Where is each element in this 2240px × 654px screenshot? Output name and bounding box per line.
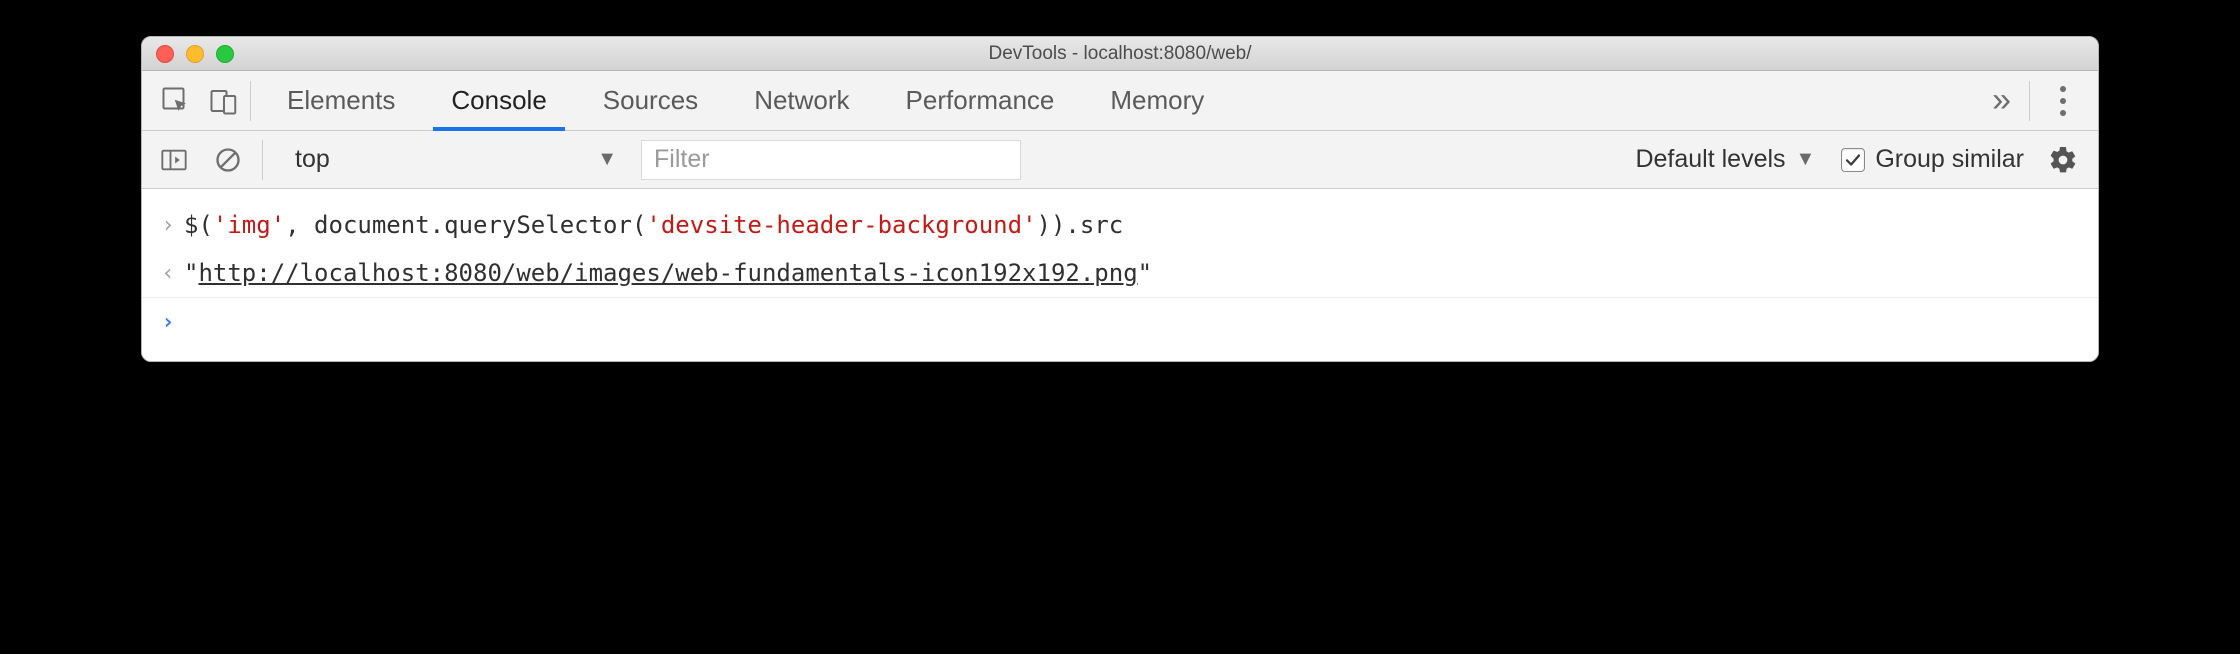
execution-context-label: top xyxy=(295,145,330,174)
dropdown-caret-icon: ▼ xyxy=(1796,148,1816,171)
console-output-row: ‹ "http://localhost:8080/web/images/web-… xyxy=(142,249,2098,298)
console-prompt-row: › xyxy=(142,298,2098,345)
group-similar-toggle: Group similar xyxy=(1833,145,2032,174)
console-toolbar: top ▼ Default levels ▼ Group similar xyxy=(142,131,2098,189)
separator xyxy=(250,81,251,121)
devtools-window: DevTools - localhost:8080/web/ Elements … xyxy=(141,36,2099,362)
tab-elements[interactable]: Elements xyxy=(259,71,423,130)
console-settings-icon[interactable] xyxy=(2042,145,2088,175)
console-output-value[interactable]: "http://localhost:8080/web/images/web-fu… xyxy=(184,255,2082,291)
input-prompt-icon: › xyxy=(152,207,184,242)
more-tabs-icon[interactable]: » xyxy=(1976,81,2027,120)
group-similar-checkbox[interactable] xyxy=(1841,148,1865,172)
customize-menu-icon[interactable] xyxy=(2038,86,2088,116)
separator xyxy=(262,140,263,180)
device-toolbar-icon[interactable] xyxy=(200,71,248,131)
filter-input[interactable] xyxy=(641,140,1021,180)
separator xyxy=(2029,81,2030,121)
group-similar-label: Group similar xyxy=(1875,145,2024,174)
tab-sources[interactable]: Sources xyxy=(575,71,726,130)
dropdown-caret-icon: ▼ xyxy=(597,148,617,171)
zoom-window-button[interactable] xyxy=(216,45,234,63)
window-title: DevTools - localhost:8080/web/ xyxy=(989,43,1252,65)
minimize-window-button[interactable] xyxy=(186,45,204,63)
console-input-code[interactable]: $('img', document.querySelector('devsite… xyxy=(184,207,2082,243)
log-levels-selector[interactable]: Default levels ▼ xyxy=(1627,145,1823,174)
inspect-element-icon[interactable] xyxy=(152,71,200,131)
close-window-button[interactable] xyxy=(156,45,174,63)
console-output: › $('img', document.querySelector('devsi… xyxy=(142,189,2098,361)
devtools-tabs-row: Elements Console Sources Network Perform… xyxy=(142,71,2098,131)
output-indicator-icon: ‹ xyxy=(152,255,184,290)
clear-console-icon[interactable] xyxy=(206,131,250,189)
tab-memory[interactable]: Memory xyxy=(1082,71,1232,130)
panel-tabs: Elements Console Sources Network Perform… xyxy=(259,71,1976,130)
tab-console[interactable]: Console xyxy=(423,71,574,130)
tab-performance[interactable]: Performance xyxy=(878,71,1083,130)
console-input-row: › $('img', document.querySelector('devsi… xyxy=(142,201,2098,249)
window-titlebar: DevTools - localhost:8080/web/ xyxy=(142,37,2098,71)
current-prompt-icon: › xyxy=(152,304,184,339)
toggle-console-sidebar-icon[interactable] xyxy=(152,131,196,189)
window-controls xyxy=(142,45,234,63)
log-levels-label: Default levels xyxy=(1635,145,1785,174)
tab-network[interactable]: Network xyxy=(726,71,877,130)
execution-context-selector[interactable]: top ▼ xyxy=(281,140,631,180)
